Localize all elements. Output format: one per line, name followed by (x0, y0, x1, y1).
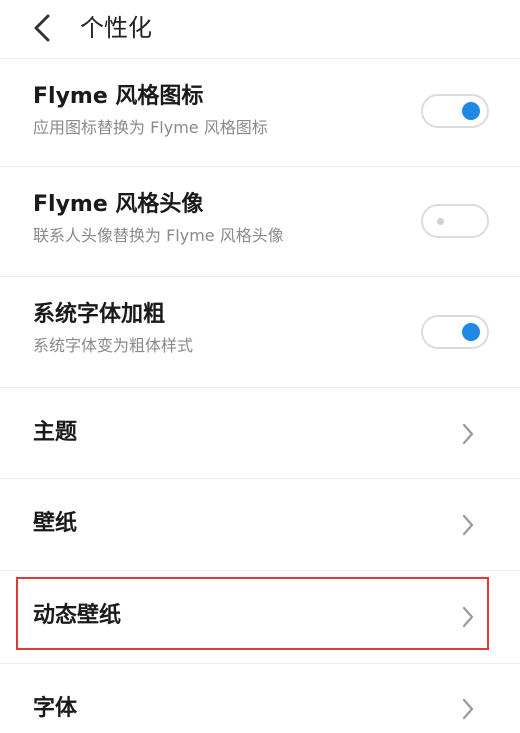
nav-row-wallpaper[interactable]: 壁纸 (0, 479, 520, 571)
setting-row-flyme-icons[interactable]: Flyme 风格图标 应用图标替换为 Flyme 风格图标 (0, 59, 520, 167)
setting-subtitle: 应用图标替换为 Flyme 风格图标 (33, 118, 268, 137)
setting-title: Flyme 风格图标 (33, 84, 204, 109)
toggle-knob (462, 323, 480, 341)
personalization-screen: 个性化 Flyme 风格图标 应用图标替换为 Flyme 风格图标 Flyme … (0, 0, 520, 733)
nav-row-theme[interactable]: 主题 (0, 388, 520, 479)
setting-row-bold-font[interactable]: 系统字体加粗 系统字体变为粗体样式 (0, 277, 520, 388)
chevron-right-icon (460, 512, 476, 538)
chevron-left-icon (34, 14, 50, 42)
nav-row-font[interactable]: 字体 (0, 663, 520, 733)
page-title: 个性化 (80, 14, 152, 42)
nav-title: 动态壁纸 (33, 603, 122, 628)
nav-title: 壁纸 (33, 511, 78, 536)
setting-row-flyme-avatars[interactable]: Flyme 风格头像 联系人头像替换为 Flyme 风格头像 (0, 167, 520, 277)
toggle-knob (462, 102, 480, 120)
back-button[interactable] (26, 10, 58, 46)
chevron-right-icon (460, 604, 476, 630)
setting-title: Flyme 风格头像 (33, 192, 204, 217)
nav-title: 主题 (33, 420, 78, 445)
setting-subtitle: 联系人头像替换为 Flyme 风格头像 (33, 226, 284, 245)
nav-title: 字体 (33, 696, 78, 721)
bold-font-toggle[interactable] (421, 315, 489, 349)
chevron-right-icon (460, 696, 476, 722)
flyme-icons-toggle[interactable] (421, 94, 489, 128)
toggle-knob (437, 218, 444, 225)
setting-subtitle: 系统字体变为粗体样式 (33, 336, 194, 355)
flyme-avatars-toggle[interactable] (421, 204, 489, 238)
nav-row-live-wallpaper[interactable]: 动态壁纸 (0, 571, 520, 663)
top-bar: 个性化 (0, 0, 520, 59)
chevron-right-icon (460, 421, 476, 447)
setting-title: 系统字体加粗 (33, 302, 166, 327)
